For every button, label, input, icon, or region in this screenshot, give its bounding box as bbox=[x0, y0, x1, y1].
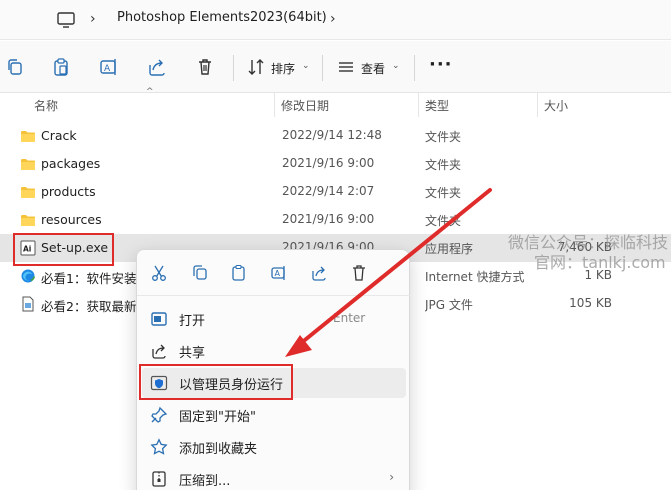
delete-icon[interactable] bbox=[195, 57, 215, 77]
column-header-type[interactable]: 类型 bbox=[425, 97, 449, 114]
monitor-icon[interactable] bbox=[56, 10, 76, 30]
menu-item-open[interactable]: 打开 Enter bbox=[142, 304, 406, 334]
cut-icon[interactable] bbox=[150, 264, 168, 282]
column-header-name[interactable]: 名称 bbox=[34, 97, 58, 114]
file-type: JPG 文件 bbox=[425, 298, 473, 312]
file-date: 2021/9/16 9:00 bbox=[282, 212, 375, 226]
folder-icon bbox=[20, 156, 36, 172]
delete-icon[interactable] bbox=[350, 264, 368, 282]
highlight-box bbox=[139, 364, 293, 400]
file-date: 2022/9/14 12:48 bbox=[282, 128, 382, 142]
file-row[interactable]: packages 2021/9/16 9:00 文件夹 bbox=[0, 150, 671, 178]
view-icon[interactable] bbox=[336, 57, 356, 77]
menu-item-pin-start[interactable]: 固定到"开始" bbox=[142, 400, 406, 430]
toolbar-divider bbox=[233, 55, 234, 81]
star-icon bbox=[150, 438, 168, 456]
share-icon bbox=[150, 342, 168, 360]
svg-text:A: A bbox=[275, 269, 281, 278]
file-type: 文件夹 bbox=[425, 186, 462, 200]
column-header-row: 名称 修改日期 类型 大小 bbox=[0, 93, 671, 117]
menu-item-label: 共享 bbox=[179, 346, 206, 361]
chevron-down-icon[interactable]: ⌄ bbox=[392, 61, 400, 71]
file-name: 必看1：软件安装 bbox=[41, 271, 137, 286]
file-type: 文件夹 bbox=[425, 214, 462, 228]
column-divider[interactable] bbox=[537, 93, 538, 117]
copy-icon[interactable] bbox=[5, 57, 25, 77]
copy-icon[interactable] bbox=[191, 264, 209, 282]
breadcrumb[interactable]: Photoshop Elements2023(64bit) bbox=[117, 10, 327, 25]
highlight-box bbox=[13, 233, 114, 266]
column-divider[interactable] bbox=[274, 93, 275, 117]
pin-icon bbox=[150, 406, 168, 424]
column-header-size[interactable]: 大小 bbox=[544, 97, 568, 114]
menu-item-add-favorites[interactable]: 添加到收藏夹 bbox=[142, 432, 406, 462]
column-divider[interactable] bbox=[418, 93, 419, 117]
watermark-text: 官网：tanlkj.com bbox=[534, 253, 666, 272]
menu-item-label: 压缩到... bbox=[179, 474, 231, 489]
folder-icon bbox=[20, 184, 36, 200]
toolbar-divider bbox=[322, 55, 323, 81]
folder-icon bbox=[20, 128, 36, 144]
chevron-right-icon[interactable]: › bbox=[330, 11, 336, 27]
menu-item-label: 打开 bbox=[179, 314, 206, 329]
menu-item-compress[interactable]: 压缩到... › bbox=[142, 464, 406, 490]
edge-shortcut-icon bbox=[20, 268, 36, 284]
share-icon[interactable] bbox=[310, 264, 328, 282]
command-bar: A 排序 ⌄ 查看 ⌄ ··· bbox=[0, 41, 671, 93]
file-type: 文件夹 bbox=[425, 158, 462, 172]
share-icon[interactable] bbox=[147, 57, 167, 77]
file-row[interactable]: products 2022/9/14 2:07 文件夹 bbox=[0, 178, 671, 206]
svg-text:A: A bbox=[104, 64, 111, 74]
image-file-icon bbox=[20, 296, 36, 312]
quick-actions-bar: A bbox=[137, 250, 411, 296]
file-name: packages bbox=[41, 156, 101, 171]
submenu-chevron-icon: › bbox=[389, 470, 394, 484]
file-name: products bbox=[41, 184, 96, 199]
sort-button[interactable]: 排序 bbox=[271, 60, 295, 77]
file-date: 2022/9/14 2:07 bbox=[282, 184, 375, 198]
file-size: 105 KB bbox=[569, 296, 612, 310]
column-header-date[interactable]: 修改日期 bbox=[281, 97, 329, 114]
file-name: resources bbox=[41, 212, 102, 227]
paste-icon[interactable] bbox=[230, 264, 248, 282]
file-type: 应用程序 bbox=[425, 242, 474, 256]
menu-item-label: 固定到"开始" bbox=[179, 410, 256, 425]
chevron-down-icon[interactable]: ⌄ bbox=[302, 61, 310, 71]
rename-icon[interactable]: A bbox=[99, 57, 119, 77]
chevron-right-icon[interactable]: › bbox=[90, 11, 96, 27]
view-button[interactable]: 查看 bbox=[361, 60, 385, 77]
file-row[interactable]: Crack 2022/9/14 12:48 文件夹 bbox=[0, 122, 671, 150]
menu-item-share[interactable]: 共享 bbox=[142, 336, 406, 366]
address-bar: › Photoshop Elements2023(64bit) › bbox=[0, 0, 671, 40]
more-options-button[interactable]: ··· bbox=[429, 54, 453, 75]
toolbar-divider bbox=[414, 55, 415, 81]
file-type: 文件夹 bbox=[425, 130, 462, 144]
paste-icon[interactable] bbox=[51, 57, 71, 77]
shortcut-hint: Enter bbox=[333, 311, 366, 325]
file-name: Crack bbox=[41, 128, 77, 143]
sort-icon[interactable] bbox=[246, 57, 266, 77]
open-icon bbox=[150, 310, 168, 328]
rename-icon[interactable]: A bbox=[270, 264, 288, 282]
file-date: 2021/9/16 9:00 bbox=[282, 156, 375, 170]
folder-icon bbox=[20, 212, 36, 228]
zip-icon bbox=[150, 470, 168, 488]
menu-item-label: 添加到收藏夹 bbox=[179, 442, 258, 457]
file-type: Internet 快捷方式 bbox=[425, 270, 525, 284]
file-name: 必看2：获取最新 bbox=[41, 299, 137, 314]
